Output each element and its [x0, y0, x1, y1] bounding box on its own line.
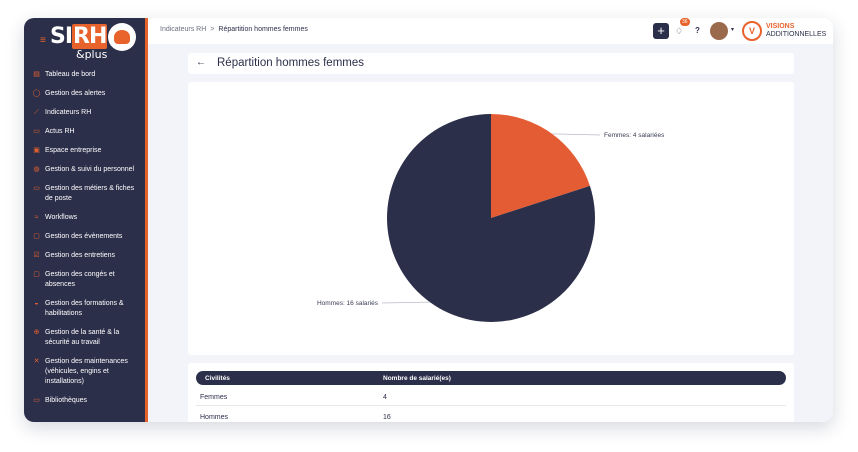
- add-button[interactable]: +: [653, 23, 669, 39]
- data-table: Civilités Nombre de salarié(es) Femmes 4…: [188, 363, 794, 422]
- logo-plus-text: &plus: [76, 48, 108, 61]
- sidebar-item-formations[interactable]: ◒ Gestion des formations & habilitations: [24, 299, 145, 319]
- column-header-nombre: Nombre de salarié(es): [383, 375, 451, 382]
- logo-wordmark: SIRH: [50, 24, 107, 49]
- sidebar-item-label: Gestion & suivi du personnel: [45, 166, 135, 173]
- user-avatar[interactable]: [710, 22, 728, 40]
- pie-leader-line-1: [381, 301, 430, 304]
- sidebar-item-label: Gestion des alertes: [45, 90, 106, 97]
- pie-leader-line-0: [552, 133, 601, 136]
- folder-icon: ▭: [33, 397, 40, 404]
- breadcrumb-separator: >: [210, 26, 215, 33]
- sidebar-item-label: Gestion des formations & habilitations: [45, 300, 124, 317]
- notification-bell-icon[interactable]: ♢: [675, 26, 683, 37]
- notification-count-badge: 36: [680, 18, 690, 26]
- sidebar-item-label: Gestion des évènements: [45, 233, 123, 240]
- sidebar-item-espace-entreprise[interactable]: ▣ Espace entreprise: [24, 146, 145, 156]
- sidebar-item-conges[interactable]: ▢ Gestion des congés et absences: [24, 270, 145, 290]
- logo-people-icon: [108, 23, 136, 51]
- sirh-plus-logo[interactable]: ≡ SIRH &plus: [32, 22, 142, 66]
- sidebar-item-label: Bibliothèques: [45, 397, 88, 404]
- top-bar: Indicateurs RH > Répartition hommes femmes…: [148, 18, 833, 44]
- sidebar-item-label: Workflows: [45, 214, 78, 221]
- page-header: ← Répartition hommes femmes: [188, 53, 794, 74]
- sidebar-item-evenements[interactable]: ▢ Gestion des évènements: [24, 232, 145, 242]
- sidebar-item-label: Tableau de bord: [45, 71, 96, 78]
- sidebar-item-label: Gestion de la santé & la sécurité au tra…: [45, 329, 120, 346]
- health-icon: ⊕: [33, 329, 40, 336]
- page-title: Répartition hommes femmes: [217, 57, 364, 69]
- building-icon: ▣: [33, 147, 40, 154]
- sidebar-item-actus-rh[interactable]: ▭ Actus RH: [24, 127, 145, 137]
- dashboard-icon: ▤: [33, 71, 40, 78]
- sidebar-item-label: Indicateurs RH: [45, 109, 92, 116]
- sidebar-item-label: Gestion des métiers & fiches de poste: [45, 185, 135, 202]
- chevron-down-icon[interactable]: ▾: [731, 26, 734, 33]
- pie-label-1: Hommes: 16 salariés: [317, 300, 379, 307]
- users-icon: ◍: [33, 166, 40, 173]
- bell-icon: ◯: [32, 90, 41, 97]
- help-button[interactable]: ?: [695, 26, 700, 35]
- sidebar-item-tableau-de-bord[interactable]: ▤ Tableau de bord: [24, 70, 145, 80]
- sidebar-nav: ▤ Tableau de bord ◯ Gestion des alertes ⟋ I…: [24, 70, 145, 415]
- chart-card: Femmes: 4 salariées Hommes: 16 salariés: [188, 82, 794, 355]
- calendar-icon: ▢: [33, 233, 40, 240]
- calendar-off-icon: ▢: [33, 271, 40, 278]
- sidebar-item-label: Gestion des congés et absences: [45, 271, 115, 288]
- tools-icon: ✕: [33, 358, 40, 365]
- sidebar-item-label: Gestion des maintenances (véhicules, eng…: [45, 358, 128, 385]
- pie-chart: Femmes: 4 salariées Hommes: 16 salariés: [317, 114, 665, 322]
- sidebar-item-alertes[interactable]: ◯ Gestion des alertes: [24, 89, 145, 99]
- sidebar-item-bibliotheques[interactable]: ▭ Bibliothèques: [24, 396, 145, 406]
- back-arrow-icon[interactable]: ←: [196, 57, 206, 68]
- sidebar-item-metiers[interactable]: ▭ Gestion des métiers & fiches de poste: [24, 184, 145, 204]
- breadcrumb-current: Répartition hommes femmes: [218, 26, 308, 33]
- sidebar-item-indicateurs-rh[interactable]: ⟋ Indicateurs RH: [24, 108, 145, 118]
- brand-va-icon: V: [742, 21, 762, 41]
- sidebar-item-entretiens[interactable]: ☑ Gestion des entretiens: [24, 251, 145, 261]
- sidebar: ≡ SIRH &plus ▤ Tableau de bord ◯ Gestion d…: [24, 18, 148, 422]
- table-row: Hommes 16: [196, 408, 786, 422]
- workflow-icon: ≈: [34, 214, 39, 221]
- checklist-icon: ☑: [33, 252, 40, 259]
- sidebar-item-maintenances[interactable]: ✕ Gestion des maintenances (véhicules, en…: [24, 357, 145, 387]
- menu-icon[interactable]: ≡: [40, 35, 46, 46]
- table-cell: Femmes: [200, 394, 228, 401]
- sidebar-item-label: Espace entreprise: [45, 147, 102, 154]
- sidebar-item-label: Actus RH: [45, 128, 75, 135]
- table-cell: 16: [383, 414, 391, 421]
- app-window: ≡ SIRH &plus ▤ Tableau de bord ◯ Gestion d…: [24, 18, 833, 422]
- column-header-civilites: Civilités: [205, 375, 230, 382]
- table-row: Femmes 4: [196, 388, 786, 406]
- sidebar-item-label: Gestion des entretiens: [45, 252, 116, 259]
- breadcrumb-parent-link[interactable]: Indicateurs RH: [160, 26, 206, 33]
- briefcase-icon: ▭: [33, 185, 40, 192]
- sidebar-item-workflows[interactable]: ≈ Workflows: [24, 213, 145, 223]
- sidebar-item-personnel[interactable]: ◍ Gestion & suivi du personnel: [24, 165, 145, 175]
- table-cell: Hommes: [200, 414, 229, 421]
- graduation-icon: ◒: [34, 300, 39, 307]
- chart-line-icon: ⟋: [34, 109, 39, 116]
- news-icon: ▭: [33, 128, 40, 135]
- table-header: Civilités Nombre de salarié(es): [196, 371, 786, 385]
- brand-line-2: ADDITIONNELLES: [766, 31, 827, 38]
- pie-label-0: Femmes: 4 salariées: [604, 132, 665, 139]
- table-cell: 4: [383, 394, 387, 401]
- breadcrumb: Indicateurs RH > Répartition hommes femmes: [160, 26, 308, 33]
- visions-additionnelles-logo: V VISIONS ADDITIONNELLES: [742, 20, 832, 42]
- sidebar-item-sante-securite[interactable]: ⊕ Gestion de la santé & la sécurité au tr…: [24, 328, 145, 348]
- brand-line-1: VISIONS: [766, 23, 795, 30]
